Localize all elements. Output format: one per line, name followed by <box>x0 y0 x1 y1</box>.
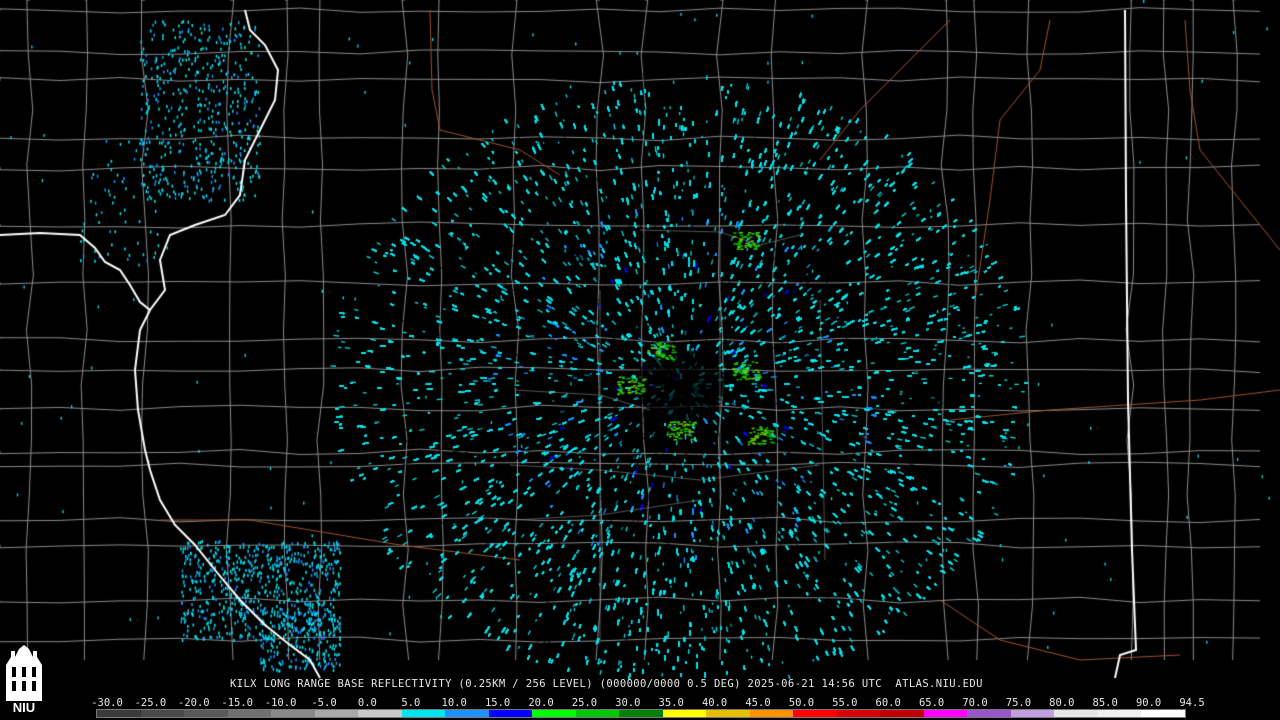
scale-label: 30.0 <box>615 697 641 709</box>
scale-swatch <box>793 710 837 717</box>
scale-label: 5.0 <box>401 697 421 709</box>
scale-label: 60.0 <box>875 697 901 709</box>
scale-swatch <box>532 710 576 717</box>
scale-swatch <box>619 710 663 717</box>
scale-swatch <box>271 710 315 717</box>
scale-swatch <box>967 710 1011 717</box>
scale-swatch <box>445 710 489 717</box>
scale-swatch <box>706 710 750 717</box>
scale-swatch <box>184 710 228 717</box>
scale-swatch <box>836 710 881 717</box>
scale-swatch <box>227 710 272 717</box>
scale-label: -10.0 <box>264 697 297 709</box>
scale-label: 55.0 <box>832 697 858 709</box>
scale-swatch <box>140 710 185 717</box>
scale-swatch <box>1010 710 1055 717</box>
scale-swatch <box>358 710 402 717</box>
scale-label: 65.0 <box>918 697 945 709</box>
scale-swatch <box>1141 710 1185 717</box>
scale-swatch <box>749 710 794 717</box>
scale-label: 15.0 <box>484 697 511 709</box>
niu-tower-icon <box>6 645 42 701</box>
scale-swatch <box>1054 710 1098 717</box>
scale-swatch <box>575 710 620 717</box>
scale-label: 70.0 <box>962 697 988 709</box>
niu-logo: NIU <box>2 645 46 717</box>
scale-label: 90.0 <box>1135 697 1162 709</box>
scale-label: 50.0 <box>788 697 815 709</box>
scale-label: 40.0 <box>701 697 728 709</box>
scale-swatch <box>662 710 707 717</box>
scale-label: -20.0 <box>177 697 210 709</box>
scale-label: 94.5 <box>1179 697 1205 709</box>
product-caption: KILX LONG RANGE BASE REFLECTIVITY (0.25K… <box>230 678 983 690</box>
scale-swatch <box>488 710 533 717</box>
scale-swatch <box>314 710 359 717</box>
scale-swatch <box>923 710 968 717</box>
scale-swatch <box>880 710 924 717</box>
scale-label: 25.0 <box>571 697 598 709</box>
scale-label: -25.0 <box>134 697 167 709</box>
scale-label: 0.0 <box>357 697 377 709</box>
scale-label: -15.0 <box>221 697 253 709</box>
radar-map <box>0 0 1280 720</box>
scale-label: 75.0 <box>1005 697 1032 709</box>
scale-label: 10.0 <box>441 697 467 709</box>
scale-label: 20.0 <box>528 697 554 709</box>
scale-label: -30.0 <box>91 697 123 709</box>
scale-label: -5.0 <box>311 697 337 709</box>
scale-label: 80.0 <box>1049 697 1075 709</box>
scale-swatch <box>97 710 141 717</box>
scale-swatch <box>401 710 446 717</box>
color-scale-labels: -30.0 -25.0 -20.0 -15.0 -10.0 -5.0 0.0 5.0 10.0 1… <box>91 697 1204 709</box>
scale-label: 45.0 <box>745 697 771 709</box>
logo-text: NIU <box>12 700 36 715</box>
scale-swatch <box>1097 710 1142 717</box>
scale-label: 35.0 <box>658 697 684 709</box>
scale-label: 85.0 <box>1092 697 1118 709</box>
color-scale-bar <box>96 709 1186 718</box>
